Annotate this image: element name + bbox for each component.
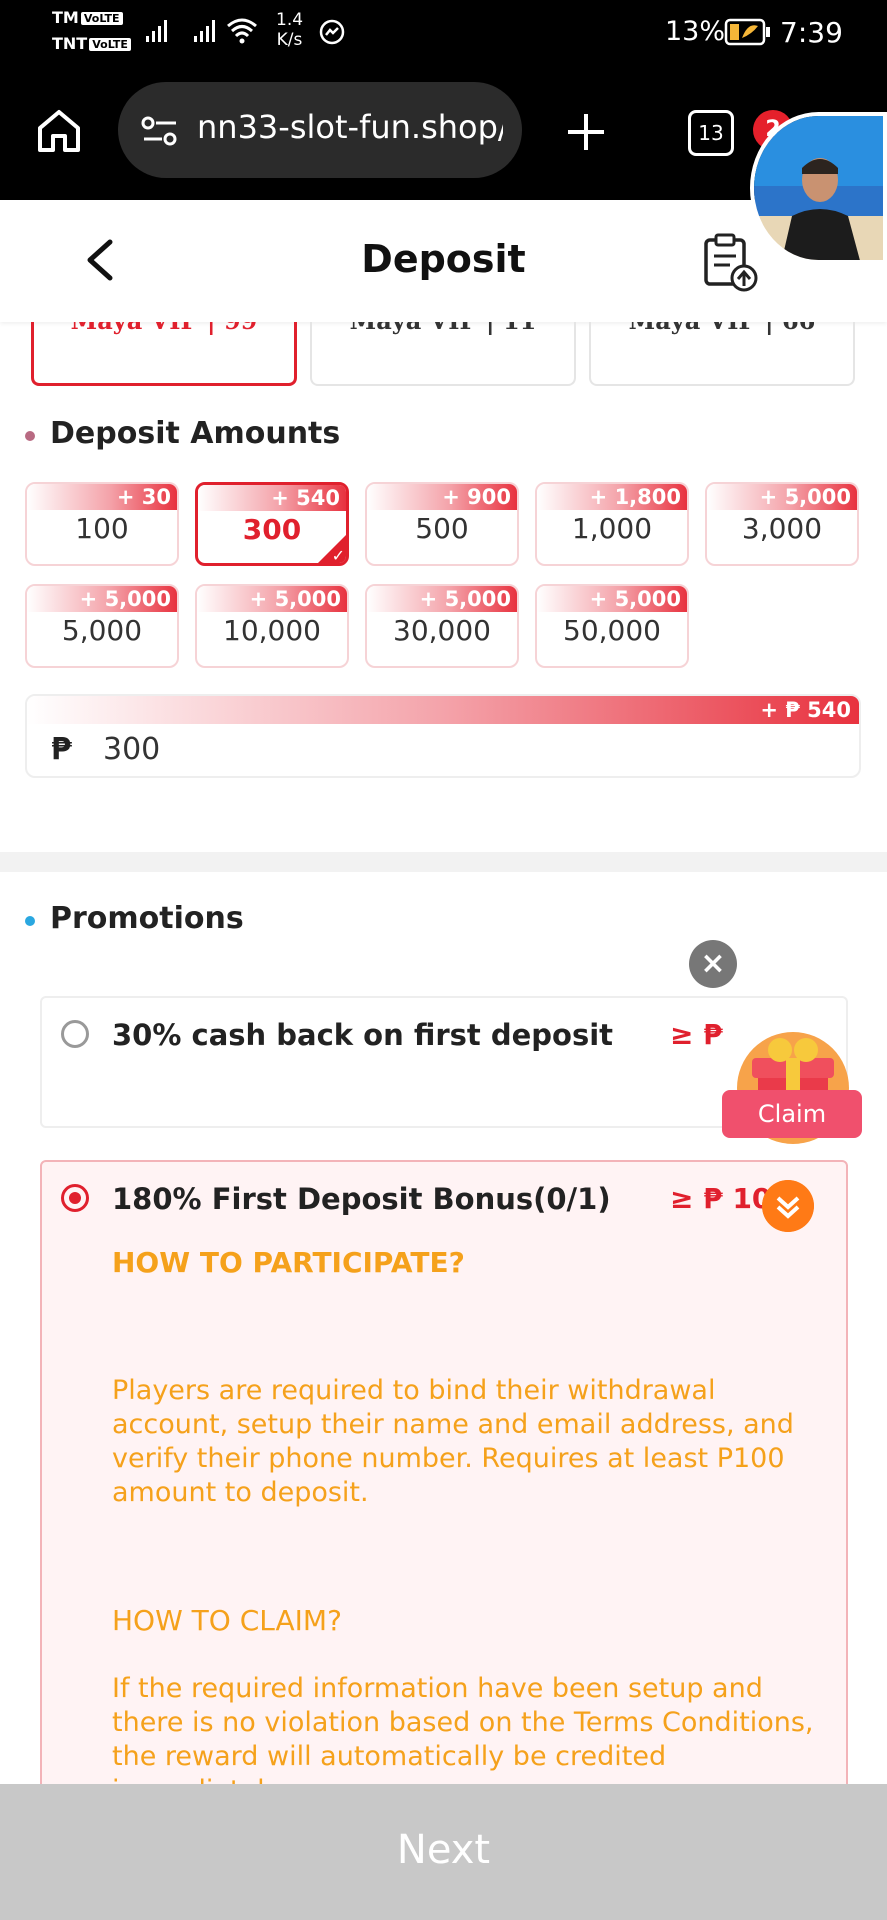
amount-bonus: + 5,000 xyxy=(249,587,341,611)
amount-value: 1,000 xyxy=(571,512,653,545)
carrier-1-label: TM xyxy=(52,8,79,27)
amount-option[interactable]: + 30 100 xyxy=(25,482,179,566)
section-divider xyxy=(0,852,887,872)
amount-value: 100 xyxy=(75,512,129,545)
section-dot xyxy=(25,916,35,926)
url-text[interactable]: nn33-slot-fun.shop/ xyxy=(197,108,503,146)
section-dot xyxy=(25,431,35,441)
payment-channel-card[interactable]: Maya VIP | 66 xyxy=(589,322,855,386)
amount-input[interactable]: + ₱ 540 ₱ 300 xyxy=(25,694,861,778)
payment-channel-card[interactable]: Maya VIP | 11 xyxy=(310,322,576,386)
amount-bonus: + 540 xyxy=(271,486,340,510)
promotion-card-selected[interactable]: 180% First Deposit Bonus(0/1) ≥ ₱ 100 HO… xyxy=(40,1160,848,1806)
amount-option-selected[interactable]: + 540 300 ✓ xyxy=(195,482,349,566)
new-tab-icon[interactable] xyxy=(564,110,608,154)
check-icon: ✓ xyxy=(316,533,346,563)
amount-option[interactable]: + 5,000 30,000 xyxy=(365,584,519,668)
claim-button[interactable]: Claim xyxy=(722,1090,862,1138)
chevron-down-icon[interactable] xyxy=(762,1180,814,1232)
site-settings-icon[interactable] xyxy=(140,115,180,147)
home-icon[interactable] xyxy=(36,108,82,154)
amount-value: 3,000 xyxy=(741,512,823,545)
promotion-radio[interactable] xyxy=(61,1020,89,1048)
close-icon[interactable]: × xyxy=(689,940,737,988)
amount-value: 10,000 xyxy=(223,614,321,647)
claim-heading: HOW TO CLAIM? xyxy=(112,1604,342,1637)
deposit-amounts-heading: Deposit Amounts xyxy=(50,416,341,451)
amount-value: 500 xyxy=(415,512,469,545)
carrier-1: TM VoLTE xyxy=(52,8,123,27)
messenger-icon xyxy=(319,19,345,45)
amount-option[interactable]: + 5,000 50,000 xyxy=(535,584,689,668)
amount-input-value[interactable]: 300 xyxy=(103,732,160,767)
clock: 7:39 xyxy=(780,16,843,49)
payment-channel-card[interactable]: Maya VIP | 99 xyxy=(31,322,297,386)
amount-bonus: + 900 xyxy=(442,485,511,509)
amount-bonus: + 5,000 xyxy=(589,587,681,611)
input-bonus: + ₱ 540 xyxy=(760,698,851,722)
amount-bonus: + 5,000 xyxy=(759,485,851,509)
participate-heading: HOW TO PARTICIPATE? xyxy=(112,1246,465,1279)
volte-badge: VoLTE xyxy=(89,38,131,51)
network-speed: 1.4 K/s xyxy=(276,10,304,50)
tab-count-button[interactable]: 13 xyxy=(688,110,734,156)
amount-option[interactable]: + 5,000 5,000 xyxy=(25,584,179,668)
payment-channel-label: Maya VIP | 11 xyxy=(312,322,574,335)
promotion-min: ≥ ₱ xyxy=(670,1018,723,1051)
amount-bonus: + 30 xyxy=(116,485,171,509)
amount-value: 50,000 xyxy=(563,614,661,647)
payment-channel-label: Maya VIP | 99 xyxy=(34,322,294,335)
amount-value: 30,000 xyxy=(393,614,491,647)
promotions-heading: Promotions xyxy=(50,901,244,936)
promotion-radio-selected[interactable] xyxy=(61,1184,89,1212)
amount-value: 5,000 xyxy=(61,614,143,647)
promotion-title: 180% First Deposit Bonus(0/1) xyxy=(112,1182,611,1216)
amount-bonus: + 5,000 xyxy=(79,587,171,611)
carrier-2-label: TNT xyxy=(52,34,88,53)
next-button[interactable]: Next xyxy=(0,1827,887,1873)
participate-text: Players are required to bind their withd… xyxy=(112,1375,794,1508)
battery-icon xyxy=(724,18,770,46)
floating-video-avatar[interactable] xyxy=(750,112,887,264)
amount-option[interactable]: + 5,000 3,000 xyxy=(705,482,859,566)
signal-wifi-icons xyxy=(146,18,257,44)
amount-option[interactable]: + 5,000 10,000 xyxy=(195,584,349,668)
battery-percent: 13% xyxy=(665,16,726,47)
deposit-record-icon[interactable] xyxy=(702,232,760,292)
peso-icon: ₱ xyxy=(51,732,72,767)
carrier-2: TNT VoLTE xyxy=(52,34,131,53)
volte-badge: VoLTE xyxy=(80,12,123,25)
status-bar: TM VoLTE TNT VoLTE 1.4 K/s 13% 7:39 xyxy=(0,0,887,72)
amount-bonus: + 1,800 xyxy=(589,485,681,509)
amount-option[interactable]: + 1,800 1,000 xyxy=(535,482,689,566)
amount-option[interactable]: + 900 500 xyxy=(365,482,519,566)
promotion-title: 30% cash back on first deposit xyxy=(112,1018,614,1052)
payment-channel-label: Maya VIP | 66 xyxy=(591,322,853,335)
amount-bonus: + 5,000 xyxy=(419,587,511,611)
